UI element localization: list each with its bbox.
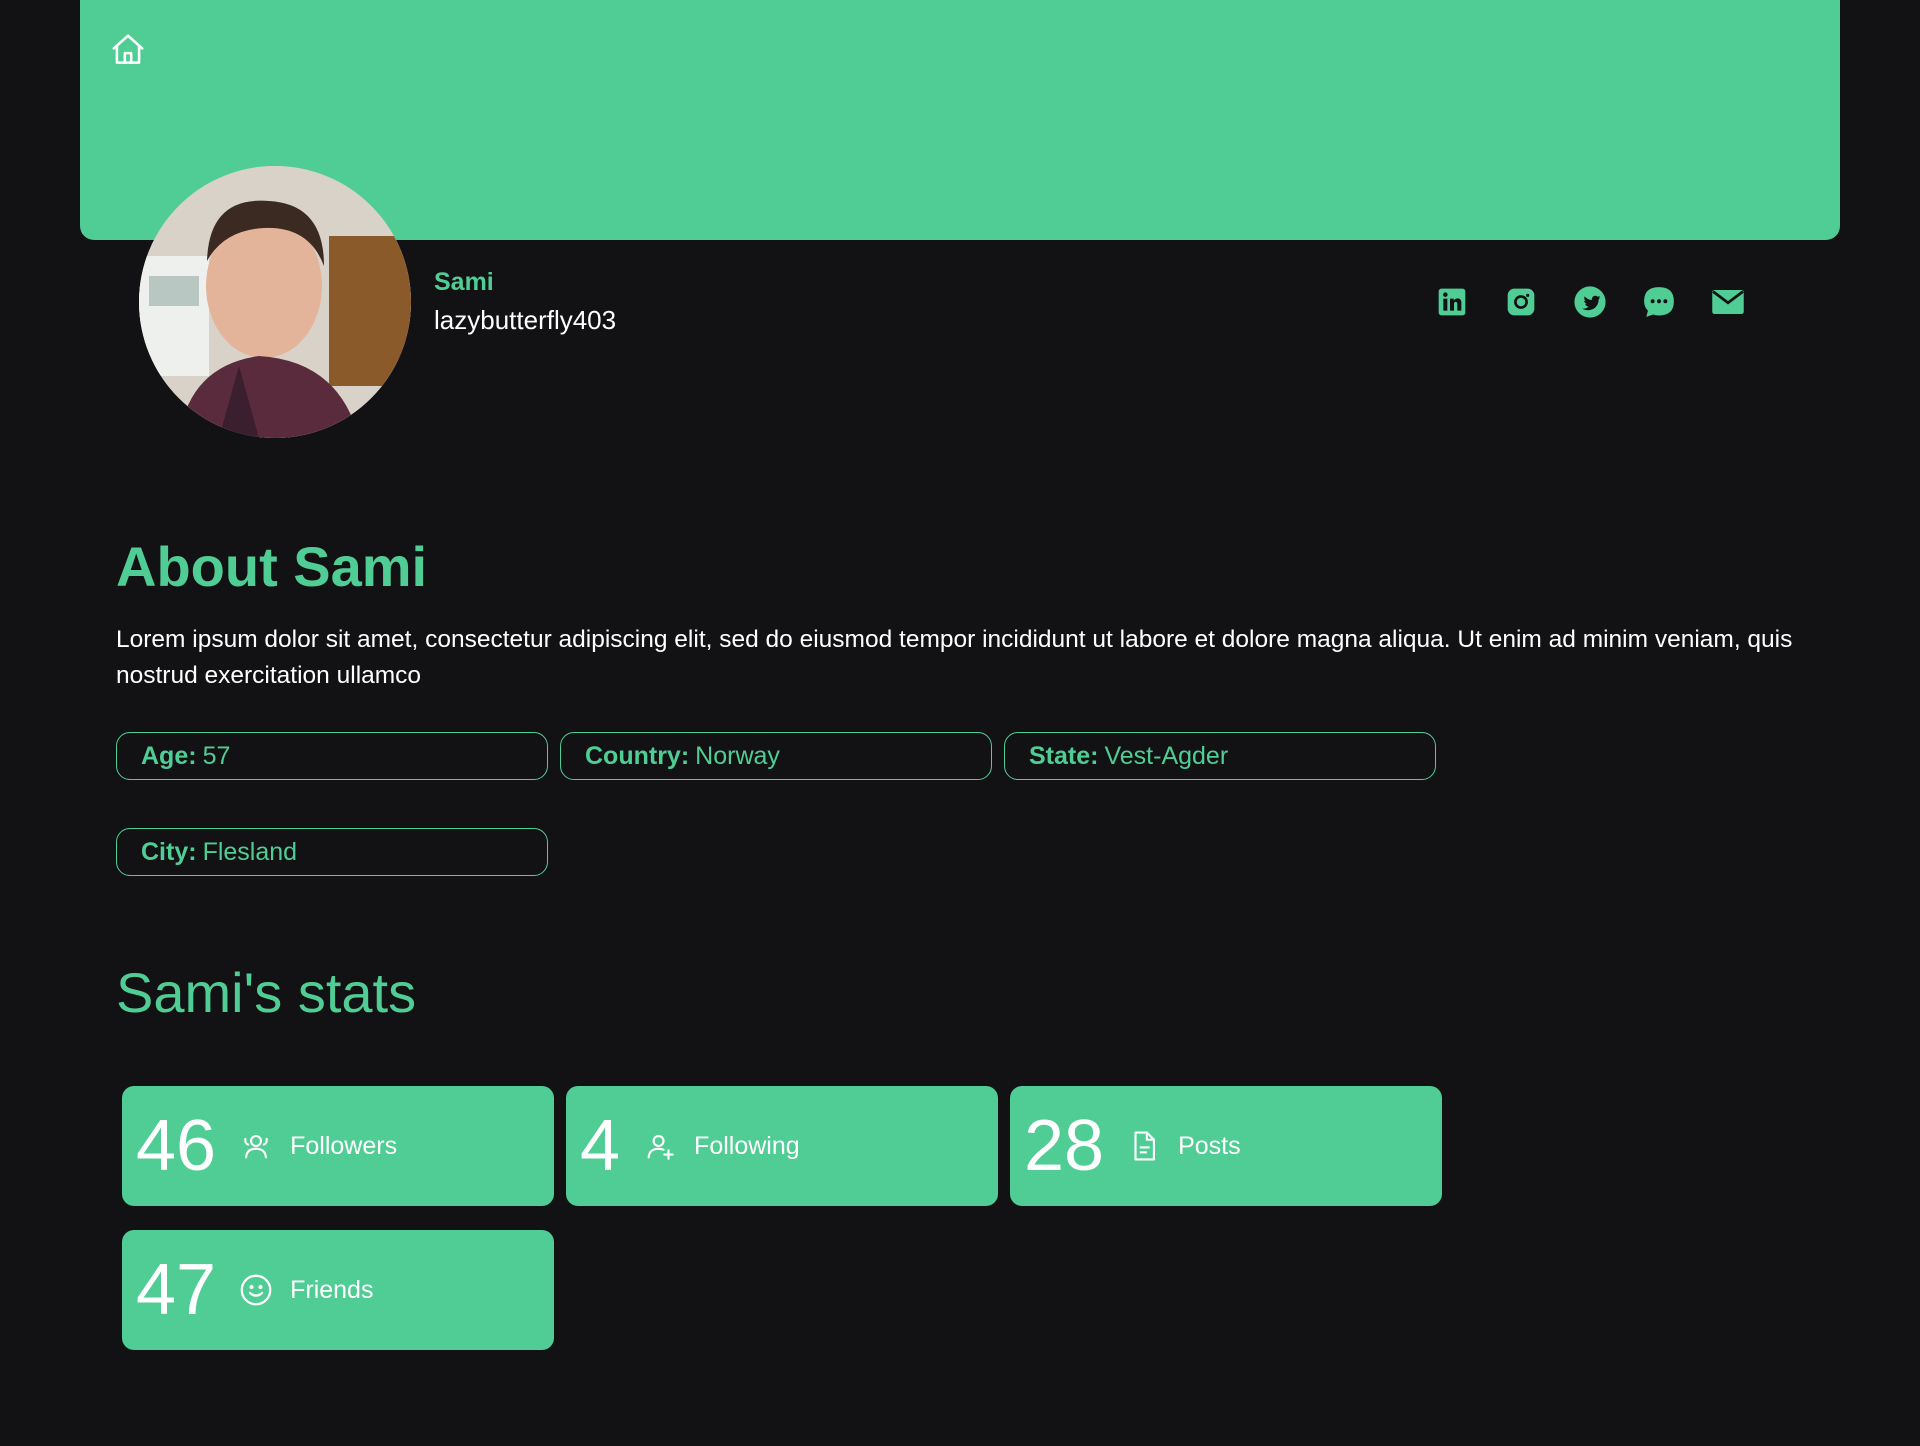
info-grid: Age: 57 Country: Norway State: Vest-Agde… xyxy=(116,732,1456,876)
email-button[interactable] xyxy=(1710,284,1746,320)
stat-value: 47 xyxy=(136,1250,217,1330)
info-value: Norway xyxy=(695,741,780,770)
stat-card-following[interactable]: 4 Following xyxy=(566,1086,998,1206)
info-label: City: xyxy=(141,837,197,866)
info-label: State: xyxy=(1029,741,1099,770)
following-icon xyxy=(647,1135,674,1160)
info-label: Country: xyxy=(585,741,690,770)
info-value: Flesland xyxy=(202,837,298,866)
friends-icon xyxy=(240,1274,272,1306)
info-value: Vest-Agder xyxy=(1104,741,1229,770)
profile-username: lazybutterfly403 xyxy=(434,305,617,335)
twitter-icon xyxy=(1574,286,1606,318)
profile-photo xyxy=(139,166,411,438)
stat-label: Posts xyxy=(1178,1131,1241,1160)
stat-value: 28 xyxy=(1024,1106,1105,1186)
stat-card-friends[interactable]: 47 Friends xyxy=(122,1230,554,1350)
social-links xyxy=(1434,284,1746,320)
stat-label: Friends xyxy=(290,1275,374,1304)
chat-icon xyxy=(1644,287,1674,317)
info-label: Age: xyxy=(141,741,197,770)
stat-label: Following xyxy=(694,1131,800,1160)
instagram-button[interactable] xyxy=(1503,284,1539,320)
info-age: Age: 57 xyxy=(116,732,548,780)
stat-card-followers[interactable]: 46 Followers xyxy=(122,1086,554,1206)
mail-icon xyxy=(1712,290,1744,314)
avatar xyxy=(139,166,411,438)
instagram-icon xyxy=(1507,288,1535,316)
twitter-button[interactable] xyxy=(1572,284,1608,320)
about-text: Lorem ipsum dolor sit amet, consectetur … xyxy=(116,626,1793,689)
profile-name: Sami xyxy=(434,268,494,296)
stats-title: Sami's stats xyxy=(116,961,417,1024)
stat-label: Followers xyxy=(290,1131,398,1160)
stat-value: 4 xyxy=(580,1106,621,1186)
linkedin-button[interactable] xyxy=(1434,284,1470,320)
stat-value: 46 xyxy=(136,1106,217,1186)
home-icon xyxy=(112,34,144,64)
info-value: 57 xyxy=(202,741,231,770)
info-country: Country: Norway xyxy=(560,732,992,780)
stat-card-posts[interactable]: 28 Posts xyxy=(1010,1086,1442,1206)
followers-icon xyxy=(244,1135,268,1159)
about-title: About Sami xyxy=(116,535,428,598)
posts-icon xyxy=(1134,1131,1156,1161)
stats-grid: 46 Followers 4 Following 28 Posts 47 Fri… xyxy=(122,1086,1442,1350)
info-state: State: Vest-Agder xyxy=(1004,732,1436,780)
info-city: City: Flesland xyxy=(116,828,548,876)
message-button[interactable] xyxy=(1641,284,1677,320)
home-button[interactable] xyxy=(104,26,152,74)
linkedin-icon xyxy=(1438,288,1466,316)
